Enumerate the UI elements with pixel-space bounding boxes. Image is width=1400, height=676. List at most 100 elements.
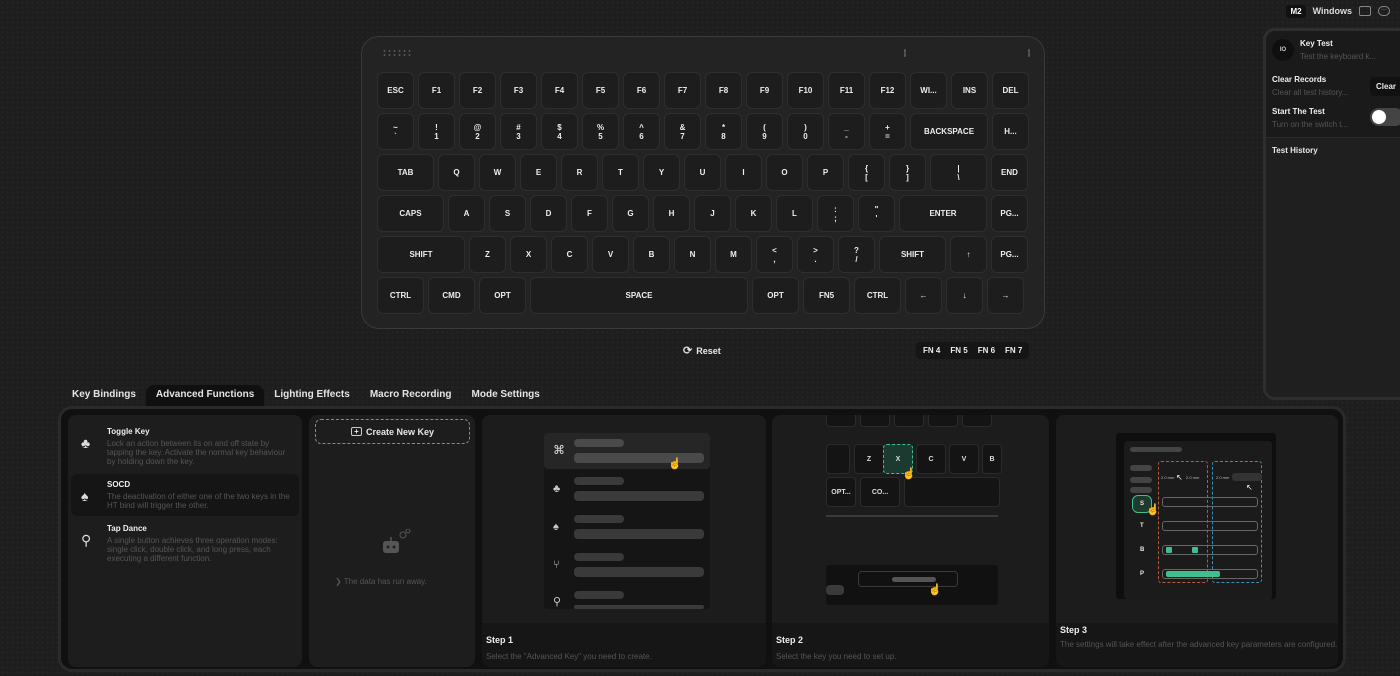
key-f11[interactable]: F11 xyxy=(828,72,865,109)
key-tab[interactable]: TAB xyxy=(377,154,434,191)
key-symbol[interactable]: & 7 xyxy=(664,113,701,150)
key-symbol[interactable]: ? / xyxy=(838,236,875,273)
key-symbol[interactable]: ! 1 xyxy=(418,113,455,150)
keyboard-icon[interactable] xyxy=(1359,6,1371,16)
key-f1[interactable]: F1 xyxy=(418,72,455,109)
key-o[interactable]: O xyxy=(766,154,803,191)
key-f9[interactable]: F9 xyxy=(746,72,783,109)
key-f5[interactable]: F5 xyxy=(582,72,619,109)
fn-layer-6[interactable]: FN 6 xyxy=(974,344,999,357)
key-g[interactable]: G xyxy=(612,195,649,232)
key-symbol[interactable]: ) 0 xyxy=(787,113,824,150)
key-h[interactable]: H... xyxy=(992,113,1029,150)
create-new-key-button[interactable]: + Create New Key xyxy=(315,419,470,444)
tab-mode-settings[interactable]: Mode Settings xyxy=(462,385,550,407)
key-f2[interactable]: F2 xyxy=(459,72,496,109)
key-opt[interactable]: OPT xyxy=(479,277,526,314)
fn-layer-7[interactable]: FN 7 xyxy=(1001,344,1026,357)
key-f3[interactable]: F3 xyxy=(500,72,537,109)
key-h[interactable]: H xyxy=(653,195,690,232)
key-fn5[interactable]: FN5 xyxy=(803,277,850,314)
key-d[interactable]: D xyxy=(530,195,567,232)
key-n[interactable]: N xyxy=(674,236,711,273)
os-label[interactable]: Windows xyxy=(1313,6,1352,16)
chat-icon[interactable]: ··· xyxy=(1378,6,1390,16)
key-c[interactable]: C xyxy=(551,236,588,273)
key-shift[interactable]: SHIFT xyxy=(879,236,946,273)
tab-key-bindings[interactable]: Key Bindings xyxy=(62,385,146,407)
tab-lighting-effects[interactable]: Lighting Effects xyxy=(264,385,360,407)
key-symbol[interactable]: ← xyxy=(905,277,942,314)
fn-layer-5[interactable]: FN 5 xyxy=(946,344,971,357)
key-i[interactable]: I xyxy=(725,154,762,191)
key-ins[interactable]: INS xyxy=(951,72,988,109)
key-del[interactable]: DEL xyxy=(992,72,1029,109)
key-b[interactable]: B xyxy=(633,236,670,273)
key-z[interactable]: Z xyxy=(469,236,506,273)
key-m[interactable]: M xyxy=(715,236,752,273)
key-f6[interactable]: F6 xyxy=(623,72,660,109)
key-f8[interactable]: F8 xyxy=(705,72,742,109)
fn-layer-4[interactable]: FN 4 xyxy=(919,344,944,357)
key-e[interactable]: E xyxy=(520,154,557,191)
key-r[interactable]: R xyxy=(561,154,598,191)
key-opt[interactable]: OPT xyxy=(752,277,799,314)
key-w[interactable]: W xyxy=(479,154,516,191)
key-v[interactable]: V xyxy=(592,236,629,273)
key-symbol[interactable]: (9 xyxy=(746,113,783,150)
mode-badge[interactable]: M2 xyxy=(1286,4,1306,18)
key-f10[interactable]: F10 xyxy=(787,72,824,109)
key-symbol[interactable]: ↓ xyxy=(946,277,983,314)
key-f4[interactable]: F4 xyxy=(541,72,578,109)
key-s[interactable]: S xyxy=(489,195,526,232)
key-y[interactable]: Y xyxy=(643,154,680,191)
key-symbol[interactable]: | \ xyxy=(930,154,987,191)
key-x[interactable]: X xyxy=(510,236,547,273)
key-p[interactable]: P xyxy=(807,154,844,191)
key-l[interactable]: L xyxy=(776,195,813,232)
key-symbol[interactable]: * 8 xyxy=(705,113,742,150)
key-symbol[interactable]: ↑ xyxy=(950,236,987,273)
key-caps[interactable]: CAPS xyxy=(377,195,444,232)
key-space[interactable]: SPACE xyxy=(530,277,748,314)
key-enter[interactable]: ENTER xyxy=(899,195,987,232)
function-item-toggle-key[interactable]: ♣ Toggle Key Lock an action between its … xyxy=(71,421,299,472)
key-symbol[interactable]: $4 xyxy=(541,113,578,150)
key-j[interactable]: J xyxy=(694,195,731,232)
clear-button[interactable]: Clear xyxy=(1370,77,1400,96)
key-f12[interactable]: F12 xyxy=(869,72,906,109)
key-pg[interactable]: PG... xyxy=(991,195,1028,232)
key-u[interactable]: U xyxy=(684,154,721,191)
key-symbol[interactable]: ^ 6 xyxy=(623,113,660,150)
key-q[interactable]: Q xyxy=(438,154,475,191)
key-backspace[interactable]: BACKSPACE xyxy=(910,113,988,150)
function-item-socd[interactable]: ♠ SOCD The deactivation of either one of… xyxy=(71,474,299,516)
reset-button[interactable]: ⟳ Reset xyxy=(683,344,721,357)
key-symbol[interactable]: + = xyxy=(869,113,906,150)
tab-advanced-functions[interactable]: Advanced Functions xyxy=(145,385,265,407)
key-symbol[interactable]: @2 xyxy=(459,113,496,150)
key-f7[interactable]: F7 xyxy=(664,72,701,109)
key-ctrl[interactable]: CTRL xyxy=(377,277,424,314)
key-symbol[interactable]: {[ xyxy=(848,154,885,191)
start-test-toggle[interactable] xyxy=(1370,108,1400,126)
key-symbol[interactable]: % 5 xyxy=(582,113,619,150)
function-item-tap-dance[interactable]: ⚲ Tap Dance A single button achieves thr… xyxy=(71,518,299,569)
key-symbol[interactable]: #3 xyxy=(500,113,537,150)
key-esc[interactable]: ESC xyxy=(377,72,414,109)
key-symbol[interactable]: }] xyxy=(889,154,926,191)
key-symbol[interactable]: _ - xyxy=(828,113,865,150)
key-symbol[interactable]: :; xyxy=(817,195,854,232)
key-end[interactable]: END xyxy=(991,154,1028,191)
key-symbol[interactable]: <, xyxy=(756,236,793,273)
key-wi[interactable]: WI... xyxy=(910,72,947,109)
key-pg[interactable]: PG... xyxy=(991,236,1028,273)
key-ctrl[interactable]: CTRL xyxy=(854,277,901,314)
key-symbol[interactable]: → xyxy=(987,277,1024,314)
tab-macro-recording[interactable]: Macro Recording xyxy=(360,385,462,407)
key-cmd[interactable]: CMD xyxy=(428,277,475,314)
key-symbol[interactable]: " ' xyxy=(858,195,895,232)
key-t[interactable]: T xyxy=(602,154,639,191)
key-k[interactable]: K xyxy=(735,195,772,232)
key-a[interactable]: A xyxy=(448,195,485,232)
